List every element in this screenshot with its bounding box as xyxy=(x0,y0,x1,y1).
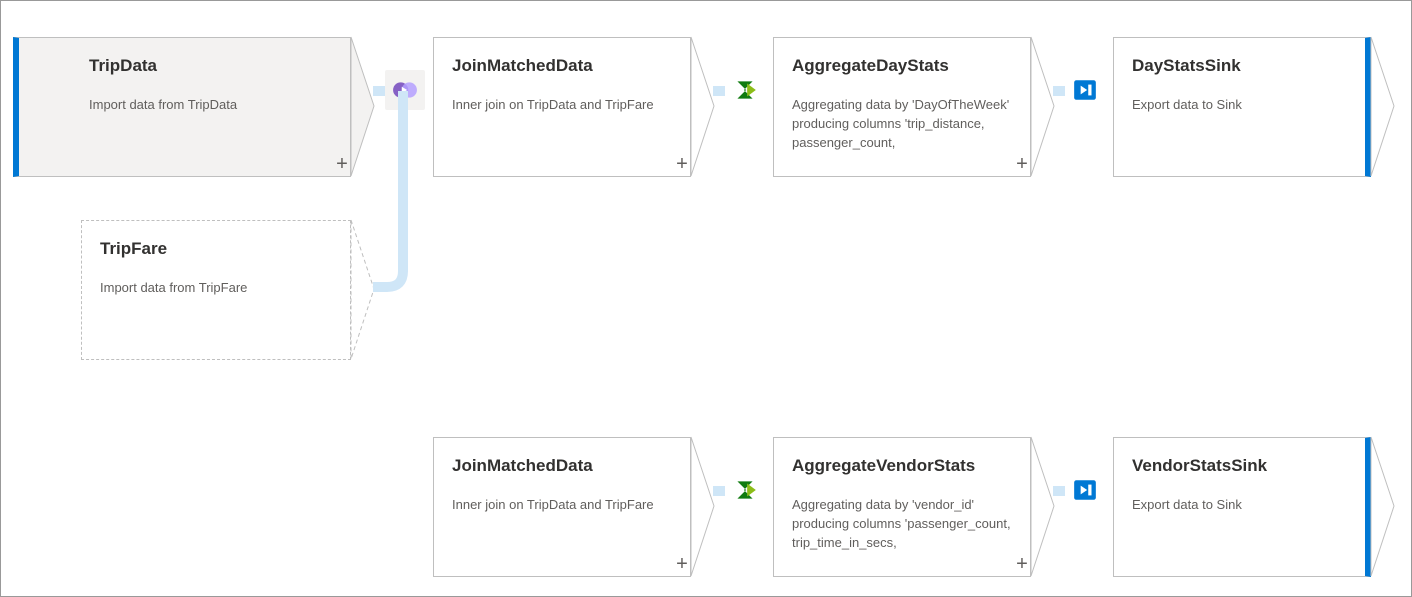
node-title: DayStatsSink xyxy=(1132,56,1347,76)
node-vendorstats-sink[interactable]: VendorStatsSink Export data to Sink xyxy=(1113,437,1371,577)
node-title: JoinMatchedData xyxy=(452,456,672,476)
node-tripdata[interactable]: TripData Import data from TripData xyxy=(13,37,351,177)
sink-icon xyxy=(1065,70,1105,110)
join-icon xyxy=(385,70,425,110)
sink-icon xyxy=(1065,470,1105,510)
node-desc: Inner join on TripData and TripFare xyxy=(452,96,672,115)
node-daystats-sink[interactable]: DayStatsSink Export data to Sink xyxy=(1113,37,1371,177)
node-desc: Import data from TripFare xyxy=(100,279,332,298)
add-after-join1[interactable]: + xyxy=(671,154,693,176)
node-title: JoinMatchedData xyxy=(452,56,672,76)
node-desc: Export data to Sink xyxy=(1132,496,1347,515)
add-after-aggday[interactable]: + xyxy=(1011,154,1033,176)
node-desc: Import data from TripData xyxy=(89,96,332,115)
node-title: TripFare xyxy=(100,239,332,259)
node-desc: Inner join on TripData and TripFare xyxy=(452,496,672,515)
add-after-join2[interactable]: + xyxy=(671,554,693,576)
node-aggregate-vendor[interactable]: AggregateVendorStats Aggregating data by… xyxy=(773,437,1031,577)
node-joinmatched-1[interactable]: JoinMatchedData Inner join on TripData a… xyxy=(433,37,691,177)
node-aggregate-day[interactable]: AggregateDayStats Aggregating data by 'D… xyxy=(773,37,1031,177)
node-desc: Aggregating data by 'DayOfTheWeek' produ… xyxy=(792,96,1012,153)
node-joinmatched-2[interactable]: JoinMatchedData Inner join on TripData a… xyxy=(433,437,691,577)
aggregate-icon xyxy=(725,70,765,110)
node-title: TripData xyxy=(89,56,332,76)
node-title: AggregateVendorStats xyxy=(792,456,1012,476)
node-desc: Export data to Sink xyxy=(1132,96,1347,115)
aggregate-icon xyxy=(725,470,765,510)
node-tripfare[interactable]: TripFare Import data from TripFare xyxy=(81,220,351,360)
node-title: VendorStatsSink xyxy=(1132,456,1347,476)
add-after-tripdata[interactable]: + xyxy=(331,154,353,176)
node-title: AggregateDayStats xyxy=(792,56,1012,76)
dataflow-canvas[interactable]: TripData Import data from TripData + Tri… xyxy=(1,1,1411,596)
add-after-aggvendor[interactable]: + xyxy=(1011,554,1033,576)
node-desc: Aggregating data by 'vendor_id' producin… xyxy=(792,496,1012,553)
